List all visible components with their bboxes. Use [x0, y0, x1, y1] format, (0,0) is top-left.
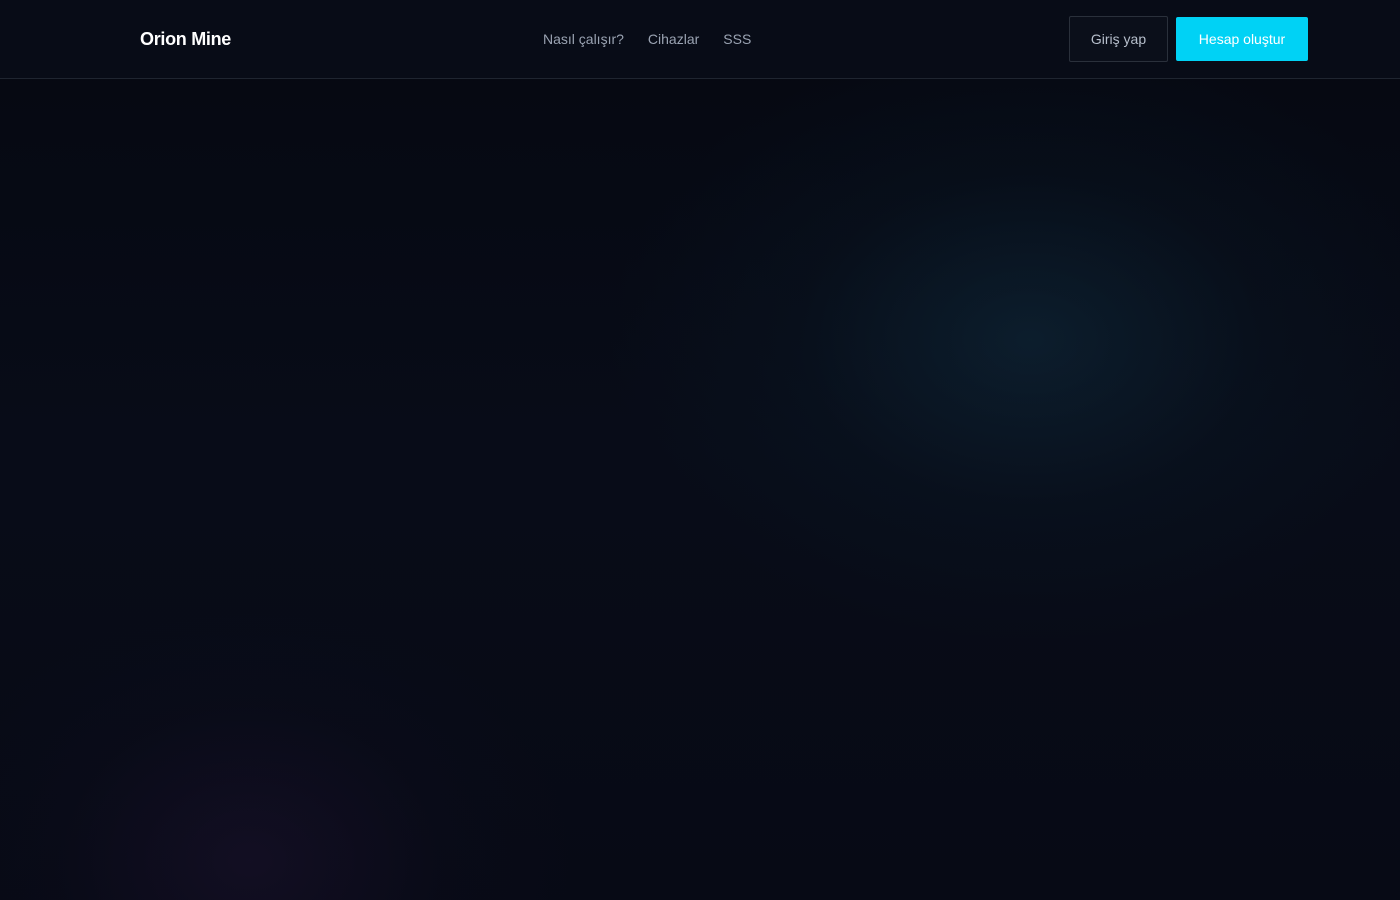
header-actions: Giriş yap Hesap oluştur — [1069, 16, 1308, 62]
nav-link-faq[interactable]: SSS — [723, 30, 751, 48]
create-account-button[interactable]: Hesap oluştur — [1176, 17, 1308, 61]
top-header: Orion Mine Nasıl çalışır? Cihazlar SSS G… — [0, 0, 1400, 79]
brand-logo[interactable]: Orion Mine — [140, 28, 231, 50]
login-button[interactable]: Giriş yap — [1069, 16, 1168, 62]
nav-link-devices[interactable]: Cihazlar — [648, 30, 699, 48]
main-nav: Nasıl çalışır? Cihazlar SSS — [543, 30, 751, 48]
nav-link-how-it-works[interactable]: Nasıl çalışır? — [543, 30, 624, 48]
landing-page: Orion Mine Nasıl çalışır? Cihazlar SSS G… — [0, 0, 1400, 900]
